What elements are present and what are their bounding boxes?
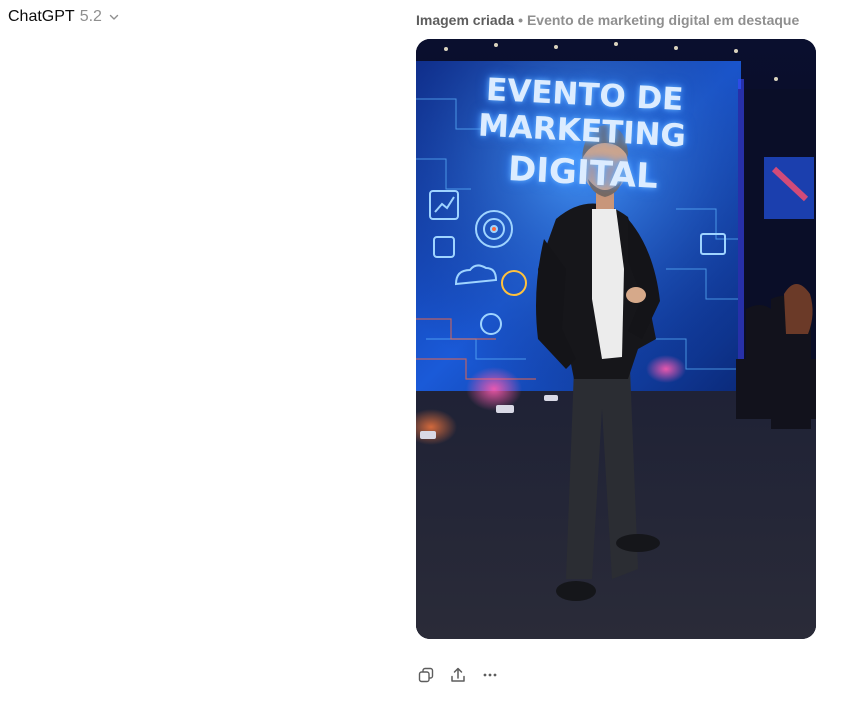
- image-caption: Imagem criada • Evento de marketing digita…: [416, 11, 799, 29]
- model-version: 5.2: [79, 8, 102, 25]
- caption-separator: •: [518, 12, 523, 28]
- screen-title-line-3: DIGITAL: [507, 149, 659, 197]
- copy-button[interactable]: [412, 663, 440, 691]
- caption-label: Imagem criada: [416, 12, 515, 28]
- model-selector[interactable]: ChatGPT 5.2: [8, 8, 120, 26]
- caption-description: Evento de marketing digital em destaque: [526, 12, 800, 28]
- copy-icon: [417, 666, 435, 689]
- share-button[interactable]: [444, 663, 472, 691]
- chat-page: ChatGPT 5.2 Imagem criada • Evento de mark…: [0, 0, 860, 704]
- model-name: ChatGPT: [8, 8, 75, 25]
- more-horizontal-icon: [481, 666, 499, 689]
- share-icon: [449, 666, 467, 689]
- more-options-button[interactable]: [476, 663, 504, 691]
- message-actions: [412, 663, 504, 691]
- generated-image[interactable]: EVENTO DE MARKETING DIGITAL: [416, 39, 816, 639]
- chevron-down-icon: [108, 11, 120, 23]
